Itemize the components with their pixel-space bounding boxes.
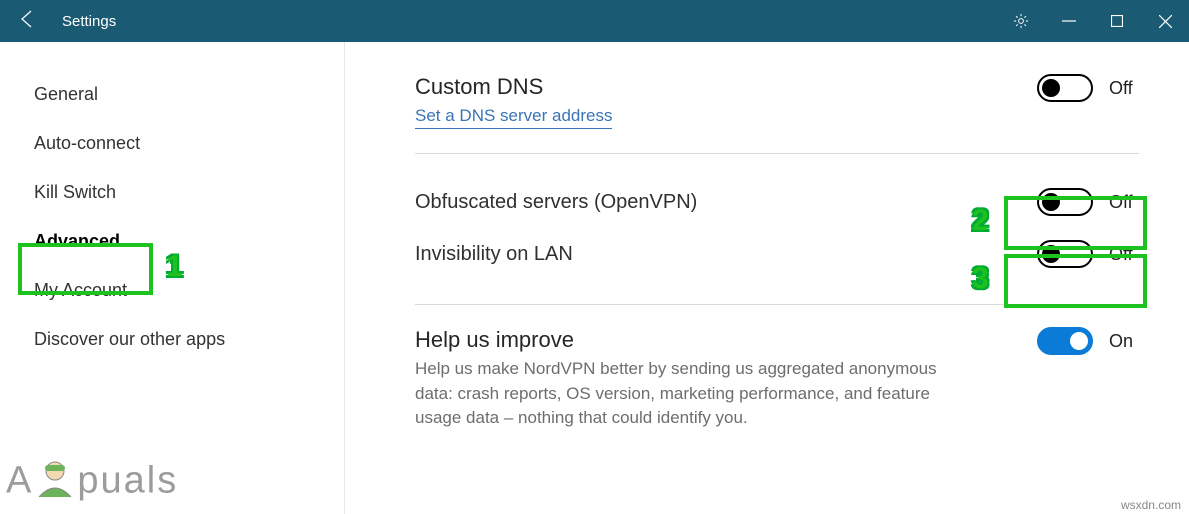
sidebar-item-general[interactable]: General xyxy=(0,70,344,119)
sidebar-item-advanced[interactable]: Advanced xyxy=(0,217,344,266)
obfuscated-toggle-label: Off xyxy=(1109,192,1139,213)
settings-content: Custom DNS Set a DNS server address Off … xyxy=(345,42,1189,514)
divider xyxy=(415,153,1139,154)
lan-label: Invisibility on LAN xyxy=(415,243,573,266)
minimize-button[interactable] xyxy=(1045,0,1093,42)
back-button[interactable] xyxy=(12,9,44,34)
lan-toggle-label: Off xyxy=(1109,244,1139,265)
titlebar: Settings xyxy=(0,0,1189,42)
help-toggle[interactable] xyxy=(1037,327,1093,355)
set-dns-link[interactable]: Set a DNS server address xyxy=(415,106,612,129)
obfuscated-label: Obfuscated servers (OpenVPN) xyxy=(415,191,697,214)
window-controls xyxy=(997,0,1189,42)
lan-toggle[interactable] xyxy=(1037,240,1093,268)
sidebar-item-discover[interactable]: Discover our other apps xyxy=(0,315,344,364)
sidebar-item-autoconnect[interactable]: Auto-connect xyxy=(0,119,344,168)
help-desc: Help us make NordVPN better by sending u… xyxy=(415,357,975,431)
divider xyxy=(415,304,1139,305)
sidebar-item-myaccount[interactable]: My Account xyxy=(0,266,344,315)
help-title: Help us improve xyxy=(415,327,975,353)
sidebar: General Auto-connect Kill Switch Advance… xyxy=(0,42,345,514)
custom-dns-toggle-label: Off xyxy=(1109,78,1139,99)
maximize-button[interactable] xyxy=(1093,0,1141,42)
obfuscated-toggle[interactable] xyxy=(1037,188,1093,216)
help-toggle-label: On xyxy=(1109,331,1139,352)
watermark: A A pualspuals xyxy=(6,457,178,508)
close-button[interactable] xyxy=(1141,0,1189,42)
settings-gear-icon[interactable] xyxy=(997,0,1045,42)
titlebar-title: Settings xyxy=(62,13,116,30)
source-watermark: wsxdn.com xyxy=(1121,498,1181,512)
custom-dns-title: Custom DNS xyxy=(415,74,612,100)
custom-dns-toggle[interactable] xyxy=(1037,74,1093,102)
sidebar-item-killswitch[interactable]: Kill Switch xyxy=(0,168,344,217)
